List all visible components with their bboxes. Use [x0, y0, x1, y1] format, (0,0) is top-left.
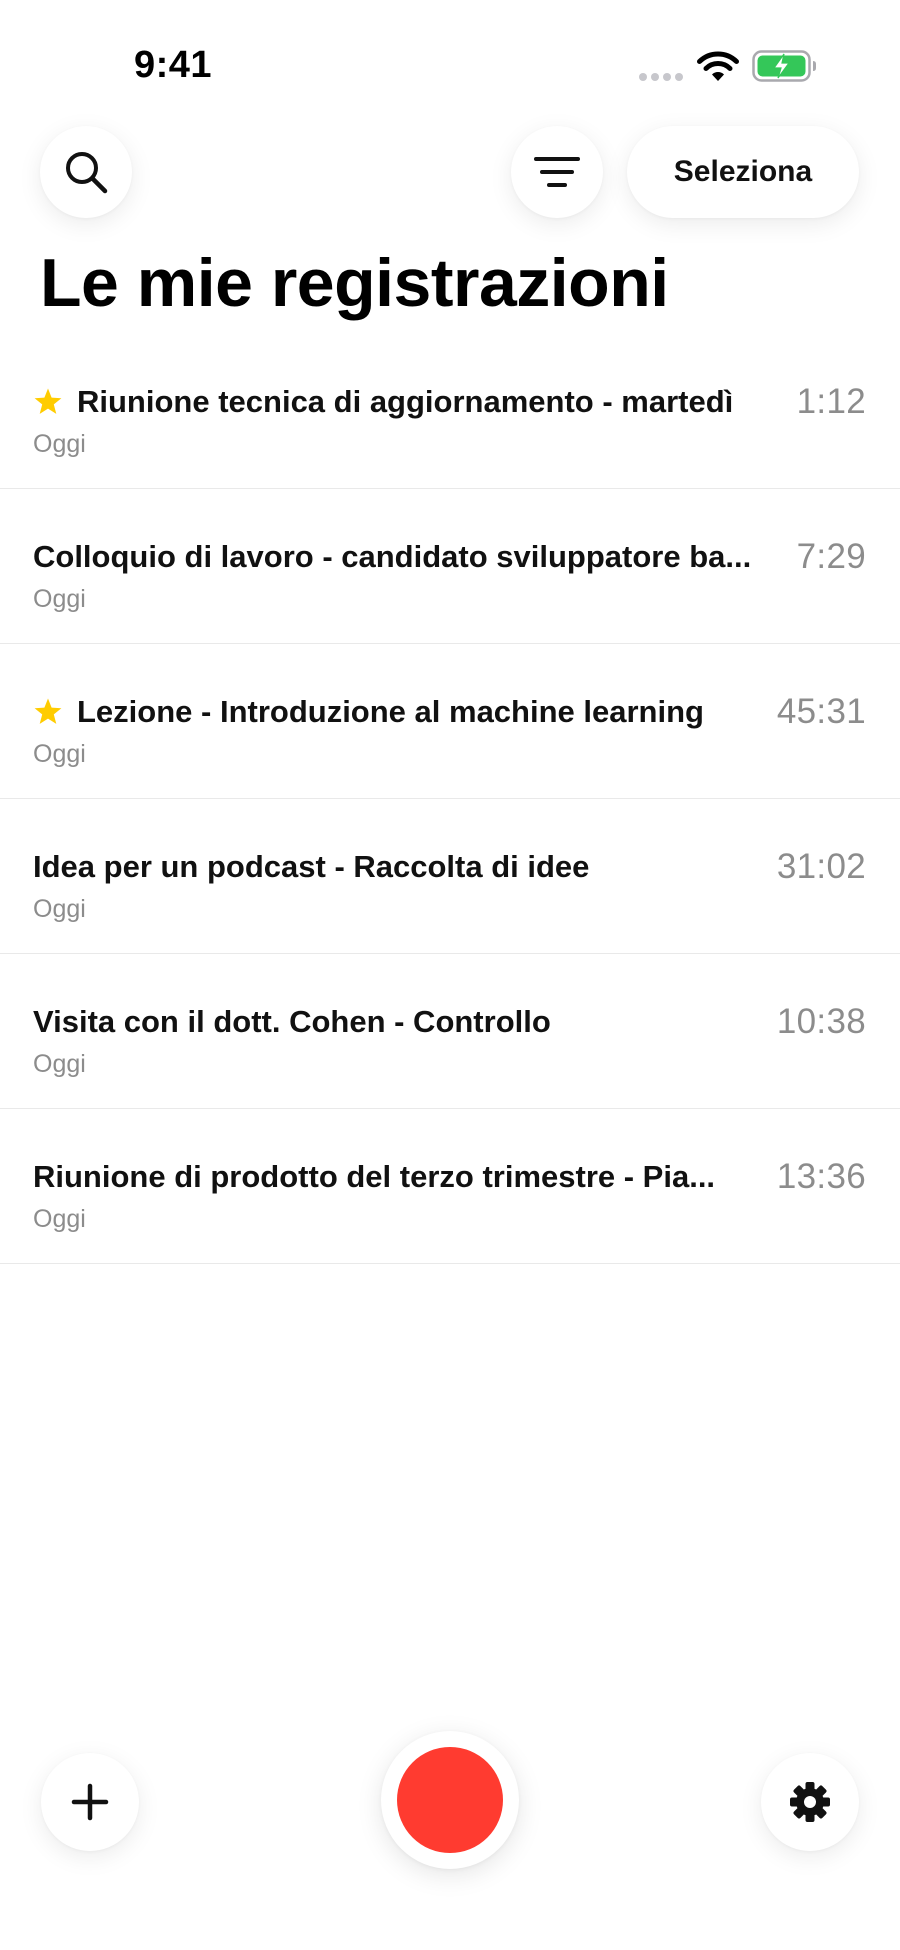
search-icon [66, 152, 108, 194]
signal-dots-icon [639, 73, 683, 81]
recording-row[interactable]: Colloquio di lavoro - candidato sviluppa… [0, 489, 900, 644]
recording-title: Riunione di prodotto del terzo trimestre… [33, 1159, 716, 1194]
gear-icon [790, 1782, 830, 1822]
plus-icon [71, 1783, 109, 1821]
recordings-list: Riunione tecnica di aggiornamento - mart… [0, 334, 900, 1264]
settings-button[interactable] [761, 1753, 859, 1851]
recording-date: Oggi [33, 585, 86, 613]
record-icon [397, 1747, 503, 1853]
recording-duration: 1:12 [796, 382, 866, 421]
recording-title-wrap: Colloquio di lavoro - candidato sviluppa… [33, 539, 773, 575]
wifi-icon [697, 51, 739, 81]
recording-title-wrap: Lezione - Introduzione al machine learni… [33, 694, 773, 730]
filter-button[interactable] [511, 126, 603, 218]
recording-row[interactable]: Riunione di prodotto del terzo trimestre… [0, 1109, 900, 1264]
recording-date: Oggi [33, 430, 86, 458]
add-button[interactable] [41, 1753, 139, 1851]
status-bar: 9:41 [0, 0, 900, 130]
recording-title-wrap: Riunione di prodotto del terzo trimestre… [33, 1159, 773, 1195]
battery-charging-icon [752, 50, 816, 82]
search-button[interactable] [40, 126, 132, 218]
recording-row[interactable]: Riunione tecnica di aggiornamento - mart… [0, 334, 900, 489]
recording-row[interactable]: Idea per un podcast - Raccolta di idee O… [0, 799, 900, 954]
recording-title: Colloquio di lavoro - candidato sviluppa… [33, 539, 752, 574]
recording-date: Oggi [33, 1050, 86, 1078]
status-time: 9:41 [134, 44, 213, 86]
recording-title-wrap: Idea per un podcast - Raccolta di idee [33, 849, 773, 885]
star-icon [33, 387, 63, 417]
recording-date: Oggi [33, 740, 86, 768]
recording-title: Lezione - Introduzione al machine learni… [77, 694, 704, 729]
recording-title-wrap: Riunione tecnica di aggiornamento - mart… [33, 384, 773, 420]
recording-row[interactable]: Visita con il dott. Cohen - Controllo Og… [0, 954, 900, 1109]
recording-duration: 45:31 [776, 692, 866, 731]
recording-row[interactable]: Lezione - Introduzione al machine learni… [0, 644, 900, 799]
record-button[interactable] [381, 1731, 519, 1869]
select-button[interactable]: Seleziona [627, 126, 859, 218]
recording-duration: 7:29 [796, 537, 866, 576]
recording-title: Riunione tecnica di aggiornamento - mart… [77, 384, 734, 419]
recording-date: Oggi [33, 895, 86, 923]
recording-title: Visita con il dott. Cohen - Controllo [33, 1004, 551, 1039]
recording-duration: 31:02 [776, 847, 866, 886]
recording-date: Oggi [33, 1205, 86, 1233]
star-icon [33, 697, 63, 727]
recording-duration: 13:36 [776, 1157, 866, 1196]
recording-duration: 10:38 [776, 1002, 866, 1041]
page-title: Le mie registrazioni [40, 245, 669, 321]
recording-title: Idea per un podcast - Raccolta di idee [33, 849, 590, 884]
filter-icon [534, 157, 580, 187]
recording-title-wrap: Visita con il dott. Cohen - Controllo [33, 1004, 773, 1040]
